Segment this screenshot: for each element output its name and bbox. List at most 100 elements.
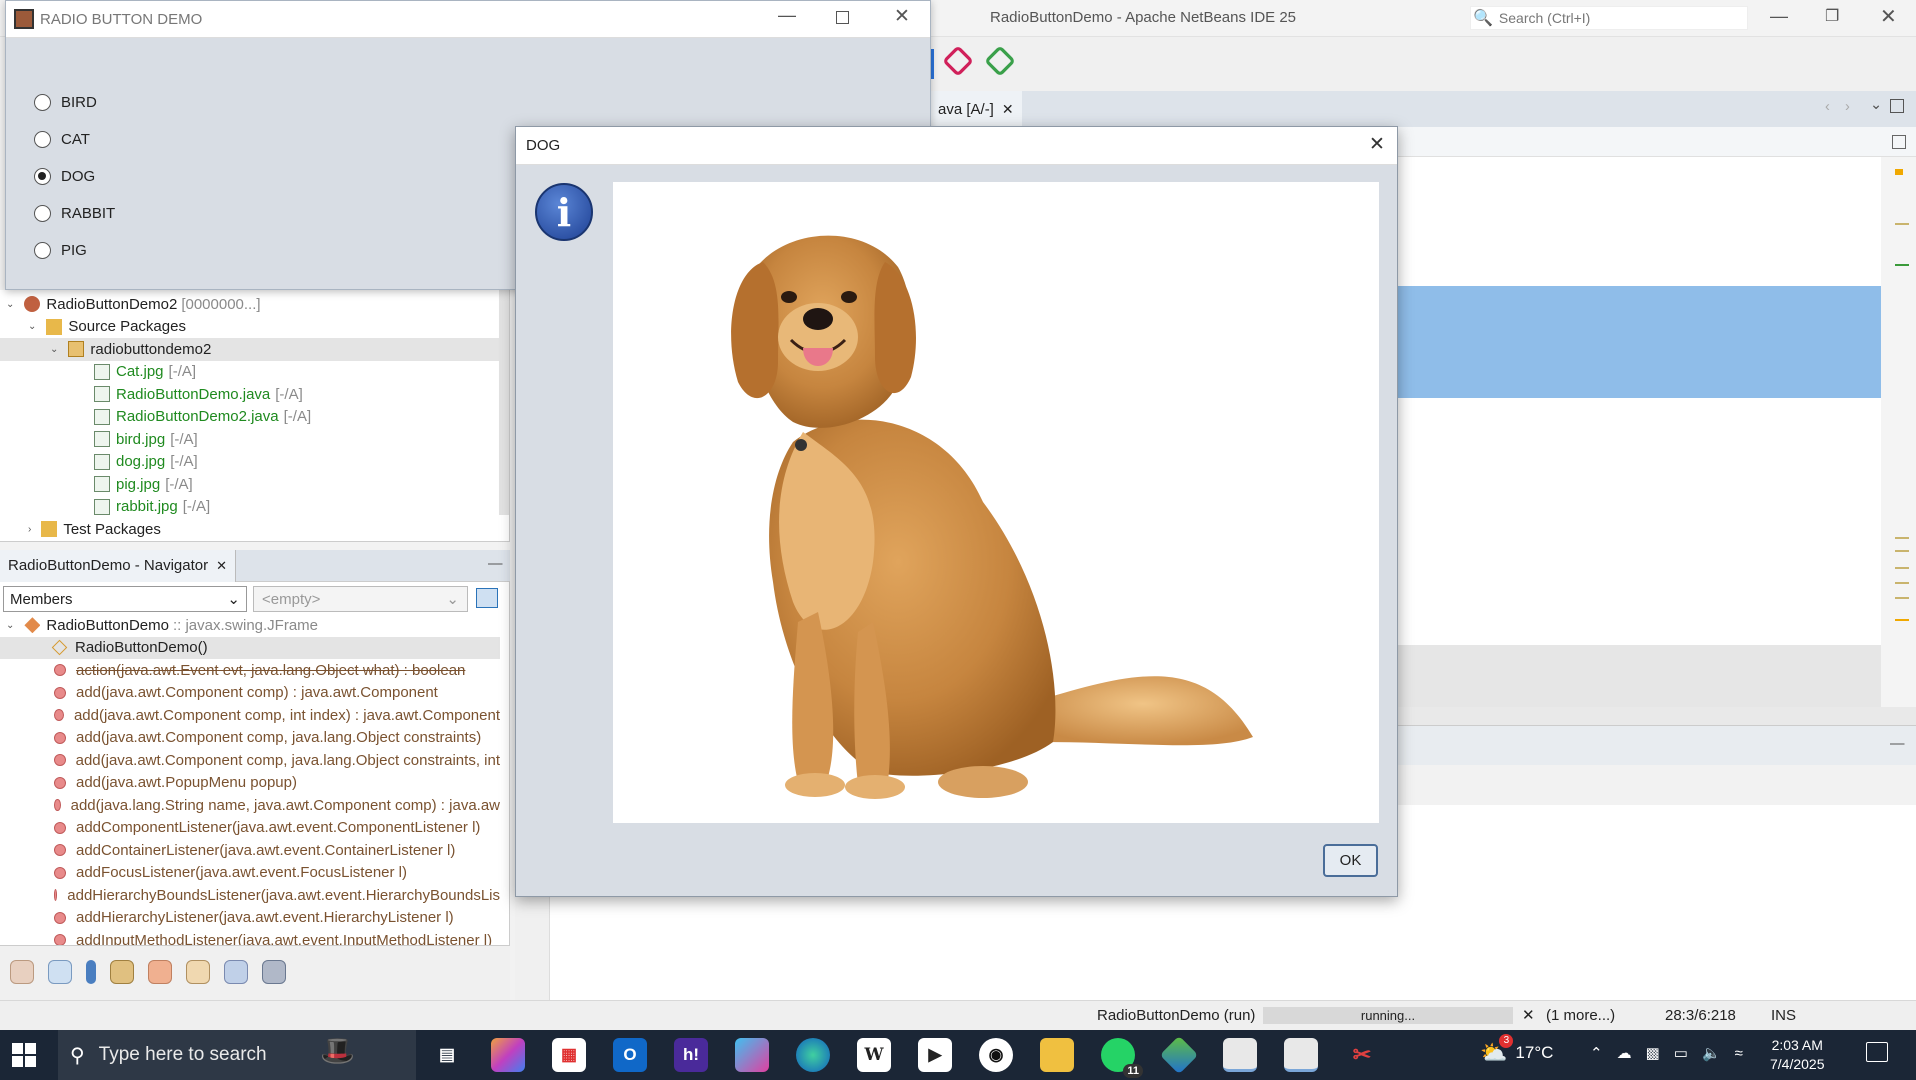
tree-file[interactable]: Cat.jpg [-/A] (0, 361, 509, 384)
sort-source-icon[interactable] (262, 960, 286, 984)
filter-lock-icon[interactable] (110, 960, 134, 984)
wikipedia-icon[interactable]: W (857, 1038, 891, 1072)
onedrive-icon[interactable]: ☁ (1617, 1044, 1632, 1062)
ok-button[interactable]: OK (1323, 844, 1378, 877)
split-icon[interactable] (1892, 135, 1906, 149)
ide-search-field[interactable]: 🔍 Search (Ctrl+I) (1470, 6, 1748, 30)
chevron-down-icon[interactable]: ⌄ (50, 344, 58, 355)
tree-scrollbar[interactable] (499, 290, 509, 515)
restore-icon[interactable]: ❐ (1825, 6, 1839, 26)
h-app-icon[interactable]: h! (674, 1038, 708, 1072)
cancel-run-icon[interactable]: ✕ (1522, 1006, 1535, 1024)
wifi-icon[interactable]: ≈ (1735, 1045, 1743, 1062)
close-icon[interactable]: ✕ (1880, 4, 1897, 29)
filter-static-icon[interactable] (48, 960, 72, 984)
minimize-icon[interactable]: — (778, 5, 796, 26)
store-icon[interactable]: ▦ (552, 1038, 586, 1072)
taskbar-search[interactable]: ⚲ Type here to search 🎩 (58, 1030, 416, 1080)
maximize-icon[interactable] (836, 11, 849, 24)
outlook-icon[interactable]: O (613, 1038, 647, 1072)
minimize-window-icon[interactable]: — (488, 556, 503, 572)
chevron-down-icon[interactable]: ⌄ (6, 620, 14, 631)
battery-icon[interactable]: ▭ (1674, 1044, 1688, 1062)
radio-button-icon[interactable] (34, 205, 51, 222)
radio-option-rabbit[interactable]: RABBIT (34, 195, 115, 232)
chevron-up-icon[interactable]: ⌃ (1590, 1044, 1603, 1062)
whatsapp-icon[interactable]: 11 (1101, 1038, 1143, 1078)
empty-select[interactable]: <empty> ⌄ (253, 586, 468, 612)
radio-button-icon[interactable] (34, 131, 51, 148)
profile-project-icon[interactable] (984, 45, 1016, 77)
tree-file[interactable]: dog.jpg [-/A] (0, 451, 509, 474)
tree-file[interactable]: pig.jpg [-/A] (0, 473, 509, 496)
close-icon[interactable]: ✕ (894, 5, 910, 28)
navigator-tab[interactable]: RadioButtonDemo - Navigator ✕ (0, 549, 237, 582)
profile-icon[interactable] (942, 45, 974, 77)
nav-member-row[interactable]: add(java.awt.Component comp, java.lang.O… (0, 749, 500, 772)
weather-widget[interactable]: ⛅ 3 17°C (1480, 1034, 1553, 1066)
filter-nonpublic-icon[interactable] (86, 960, 96, 984)
windows-start-icon[interactable] (12, 1043, 36, 1067)
snipping-tool-icon[interactable]: ✂ (1345, 1038, 1379, 1072)
navigator-config-icon[interactable] (476, 588, 498, 608)
radio-option-pig[interactable]: PIG (34, 232, 115, 269)
tree-project[interactable]: ⌄ RadioButtonDemo2 [0000000...] (0, 293, 509, 316)
file-explorer-icon[interactable] (1040, 1038, 1074, 1072)
tab-list-icon[interactable]: ⌄ (1870, 97, 1882, 113)
ide-search-input[interactable]: Search (Ctrl+I) (1499, 10, 1590, 26)
tree-file[interactable]: RadioButtonDemo2.java [-/A] (0, 406, 509, 429)
taskbar-search-input[interactable]: Type here to search (99, 1044, 267, 1066)
nav-member-row[interactable]: add(java.lang.String name, java.awt.Comp… (0, 794, 500, 817)
tree-file[interactable]: rabbit.jpg [-/A] (0, 496, 509, 519)
chevron-down-icon[interactable]: ⌄ (6, 299, 14, 310)
notifications-icon[interactable] (1866, 1042, 1888, 1062)
nav-member-row[interactable]: addHierarchyListener(java.awt.event.Hier… (0, 907, 500, 930)
search-highlight-icon[interactable]: 🎩 (320, 1034, 355, 1067)
radio-button-icon[interactable] (34, 94, 51, 111)
radio-option-dog[interactable]: DOG (34, 158, 115, 195)
members-select[interactable]: Members ⌄ (3, 586, 247, 612)
nav-member-row[interactable]: action(java.awt.Event evt, java.lang.Obj… (0, 659, 500, 682)
navigator-tree[interactable]: ⌄ RadioButtonDemo :: javax.swing.JFrame … (0, 614, 500, 952)
radio-button-icon[interactable] (34, 168, 51, 185)
radio-option-cat[interactable]: CAT (34, 121, 115, 158)
sort-alpha-icon[interactable] (224, 960, 248, 984)
tab-close-icon[interactable]: ✕ (1002, 101, 1014, 118)
nav-member-row[interactable]: add(java.awt.Component comp, java.lang.O… (0, 727, 500, 750)
java-dialog-taskbar-icon[interactable] (1284, 1038, 1318, 1072)
volume-icon[interactable]: 🔈 (1702, 1044, 1721, 1062)
nav-member-row[interactable]: add(java.awt.PopupMenu popup) (0, 772, 500, 795)
editor-tab[interactable]: ava [A/-] ✕ (930, 91, 1022, 127)
nav-member-row[interactable]: addFocusListener(java.awt.event.FocusLis… (0, 862, 500, 885)
minimize-window-icon[interactable]: — (1890, 736, 1905, 752)
nav-constructor-row[interactable]: RadioButtonDemo() (0, 636, 500, 659)
chevron-right-icon[interactable]: › (28, 524, 31, 535)
filter-inner-icon[interactable] (186, 960, 210, 984)
tree-file[interactable]: bird.jpg [-/A] (0, 428, 509, 451)
filter-inherited-icon[interactable] (148, 960, 172, 984)
nav-member-row[interactable]: addComponentListener(java.awt.event.Comp… (0, 817, 500, 840)
close-icon[interactable]: ✕ (1369, 133, 1385, 156)
meet-icon[interactable]: ▩ (1646, 1044, 1660, 1062)
tab-scroll-right-icon[interactable]: › (1845, 99, 1850, 115)
tree-test-packages[interactable]: › Test Packages (0, 518, 509, 541)
nav-member-row[interactable]: addHierarchyBoundsListener(java.awt.even… (0, 884, 500, 907)
chevron-down-icon[interactable]: ⌄ (28, 321, 36, 332)
project-tree[interactable]: ⌄ RadioButtonDemo2 [0000000...] ⌄ Source… (0, 290, 510, 542)
tree-package[interactable]: ⌄ radiobuttondemo2 (0, 338, 509, 361)
java-app-taskbar-icon[interactable] (1223, 1038, 1257, 1072)
minimize-icon[interactable]: — (1770, 6, 1788, 27)
netbeans-icon[interactable] (1159, 1035, 1199, 1075)
copilot-icon[interactable] (491, 1038, 525, 1072)
tree-source-packages[interactable]: ⌄ Source Packages (0, 316, 509, 339)
github-icon[interactable]: ◉ (979, 1038, 1013, 1072)
radio-button-icon[interactable] (34, 242, 51, 259)
m365-icon[interactable] (735, 1038, 769, 1072)
maximize-editor-icon[interactable] (1890, 99, 1904, 113)
tab-scroll-left-icon[interactable]: ‹ (1825, 99, 1830, 115)
tree-file[interactable]: RadioButtonDemo.java [-/A] (0, 383, 509, 406)
nav-class-row[interactable]: ⌄ RadioButtonDemo :: javax.swing.JFrame (0, 614, 500, 637)
nav-member-row[interactable]: addContainerListener(java.awt.event.Cont… (0, 839, 500, 862)
task-view-icon[interactable]: ▤ (430, 1038, 464, 1072)
nav-member-row[interactable]: add(java.awt.Component comp) : java.awt.… (0, 682, 500, 705)
